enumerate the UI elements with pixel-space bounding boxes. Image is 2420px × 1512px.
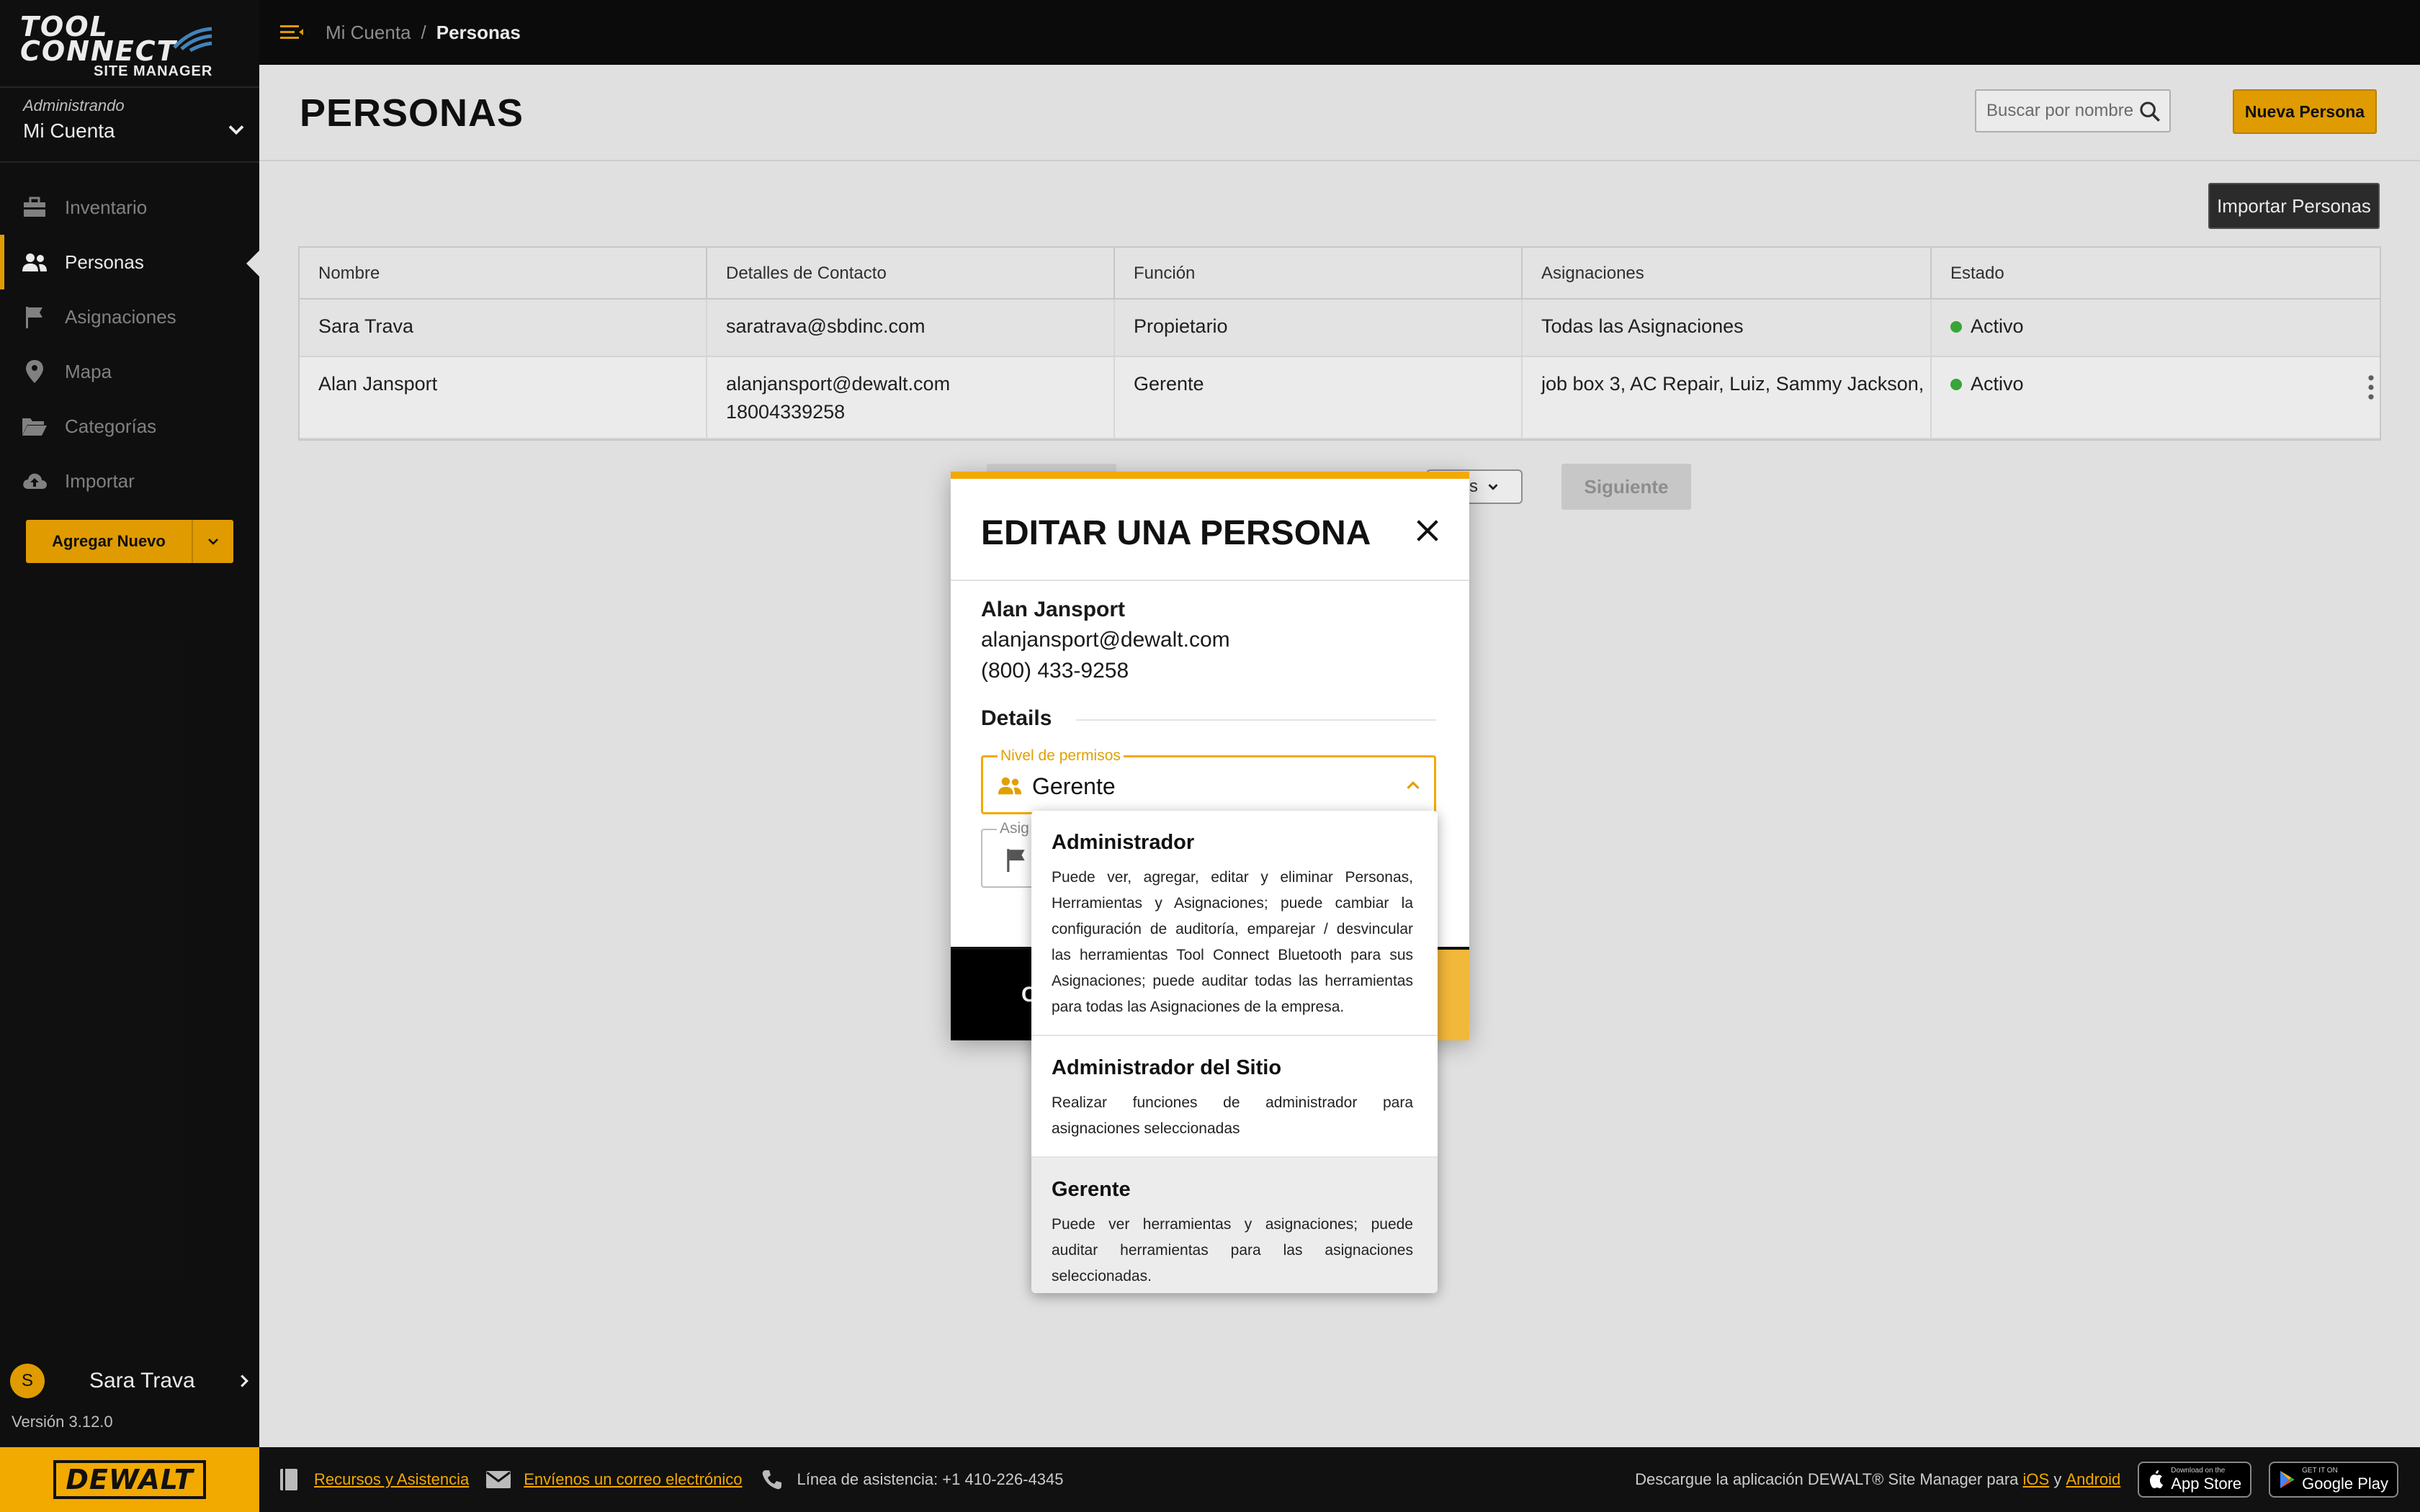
modal-title: EDITAR UNA PERSONA xyxy=(981,514,1371,552)
option-administrador-del-sitio[interactable]: Administrador del Sitio Realizar funcion… xyxy=(1031,1036,1438,1158)
modal-person-phone: (800) 433-9258 xyxy=(981,659,1129,683)
chevron-up-icon xyxy=(1407,781,1420,789)
divider xyxy=(1076,719,1436,721)
footer-email: Envíenos un correo electrónico xyxy=(485,1466,743,1493)
permission-level-select[interactable]: Nivel de permisos Gerente xyxy=(981,747,1436,814)
footer: DEWALT Recursos y Asistencia Envíenos un… xyxy=(0,1447,2420,1512)
ios-link[interactable]: iOS xyxy=(2023,1470,2050,1489)
dewalt-logo[interactable]: DEWALT xyxy=(53,1460,206,1499)
option-administrador[interactable]: Administrador Puede ver, agregar, editar… xyxy=(1031,811,1438,1036)
footer-hotline: Línea de asistencia: +1 410-226-4345 xyxy=(758,1466,1064,1493)
permission-level-dropdown: Administrador Puede ver, agregar, editar… xyxy=(1031,811,1438,1293)
app-store-badge[interactable]: Download on the App Store xyxy=(2138,1462,2252,1498)
flag-icon xyxy=(1007,849,1025,872)
option-description: Puede ver herramientas y asignaciones; p… xyxy=(1052,1216,1413,1284)
footer-downloads: Descargue la aplicación DEWALT® Site Man… xyxy=(1635,1462,2420,1498)
permission-level-value: Gerente xyxy=(1032,773,1116,799)
people-icon xyxy=(998,777,1022,795)
book-icon xyxy=(275,1466,302,1493)
footer-resources: Recursos y Asistencia xyxy=(275,1466,469,1493)
modal-person-email: alanjansport@dewalt.com xyxy=(981,628,1230,652)
option-description: Realizar funciones de administrador para… xyxy=(1052,1094,1413,1137)
email-link[interactable]: Envíenos un correo electrónico xyxy=(524,1470,742,1489)
google-play-label: Google Play xyxy=(2302,1474,2388,1493)
google-play-caption: GET IT ON xyxy=(2302,1466,2338,1475)
option-title: Administrador xyxy=(1052,831,1195,854)
assignments-label: Asig xyxy=(997,820,1032,837)
permission-level-label: Nivel de permisos xyxy=(998,747,1124,765)
dewalt-brand: DEWALT xyxy=(0,1447,259,1512)
option-gerente[interactable]: Gerente Puede ver herramientas y asignac… xyxy=(1031,1158,1438,1293)
download-text: Descargue la aplicación DEWALT® Site Man… xyxy=(1635,1470,2019,1488)
option-title: Gerente xyxy=(1052,1178,1131,1201)
close-icon[interactable] xyxy=(1413,516,1442,545)
option-title: Administrador del Sitio xyxy=(1052,1056,1282,1079)
resources-link[interactable]: Recursos y Asistencia xyxy=(314,1470,469,1489)
android-link[interactable]: Android xyxy=(2066,1470,2120,1489)
modal-person-name: Alan Jansport xyxy=(981,598,1126,621)
mail-icon xyxy=(485,1466,512,1493)
apple-icon xyxy=(2150,1470,2164,1488)
app-store-caption: Download on the xyxy=(2171,1466,2226,1475)
phone-icon xyxy=(758,1466,786,1493)
details-heading: Details xyxy=(981,706,1052,730)
option-description: Puede ver, agregar, editar y eliminar Pe… xyxy=(1052,869,1413,1015)
hotline-text: Línea de asistencia: +1 410-226-4345 xyxy=(797,1470,1064,1488)
download-conjunction: y xyxy=(2053,1470,2062,1488)
app-store-label: App Store xyxy=(2171,1474,2242,1493)
modal-header: EDITAR UNA PERSONA xyxy=(951,479,1469,581)
google-play-badge[interactable]: GET IT ON Google Play xyxy=(2269,1462,2398,1498)
google-play-icon xyxy=(2280,1471,2295,1488)
